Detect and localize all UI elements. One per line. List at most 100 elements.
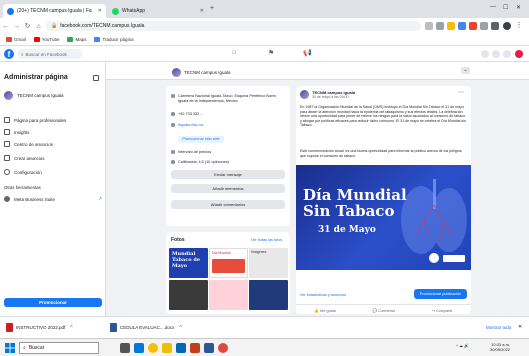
pencil-icon <box>4 155 10 161</box>
post-date[interactable]: 30 de mayo a las 09:00 · <box>312 95 355 99</box>
sidebar-item-meta-suite[interactable]: Meta Business Suite ↗ <box>4 196 102 202</box>
chevron-up-icon[interactable]: ^ <box>70 325 72 331</box>
add-comments-button[interactable]: Añadir comentarios <box>171 200 285 209</box>
comment-button[interactable]: 💬 Comentar <box>373 308 395 314</box>
boost-post-button[interactable]: Promocionar publicación <box>414 289 467 299</box>
dashboard-icon <box>4 117 10 123</box>
post-options-icon[interactable]: ⋯ <box>458 89 464 96</box>
page-avatar[interactable] <box>300 90 309 99</box>
photo-thumbnail[interactable] <box>169 280 208 310</box>
sidebar-item-label: Centro de anuncios <box>14 141 54 147</box>
menu-kebab-icon[interactable]: ⋮ <box>515 22 523 30</box>
location-pin-icon <box>171 94 175 99</box>
profile-avatar-icon[interactable] <box>503 22 511 30</box>
sidebar-page-link[interactable]: TECNM campus Iguala <box>4 91 64 100</box>
windows-start-icon[interactable] <box>5 343 15 353</box>
like-button[interactable]: 👍 Me gusta <box>314 308 335 314</box>
minimize-icon[interactable]: — <box>490 4 496 10</box>
sidebar-item-ads-center[interactable]: Centro de anuncios <box>4 141 53 147</box>
close-tab-icon[interactable]: ✕ <box>98 8 102 14</box>
office-icon[interactable] <box>190 343 200 353</box>
meta-suite-icon <box>4 196 10 202</box>
website-link[interactable]: itiguala.edu.mx <box>178 123 204 128</box>
photo-thumbnail[interactable]: Imágenes <box>249 248 288 278</box>
price-text: Intervalo de precios <box>178 150 212 154</box>
address-text: Carretera Nacional Iguala-Taxco, Esquina… <box>178 94 277 103</box>
zoom-icon[interactable] <box>436 22 444 30</box>
banner-line-2: Sin Tabaco <box>303 202 395 220</box>
extension-icon[interactable] <box>458 22 466 30</box>
bookmark-translate[interactable]: Traducir página <box>94 37 134 42</box>
close-tab-icon[interactable]: ✕ <box>200 8 204 14</box>
extension-icon[interactable] <box>469 22 477 30</box>
photo-thumbnail[interactable] <box>209 280 248 310</box>
pages-nav-icon[interactable]: ⚑ <box>268 49 274 57</box>
show-all-downloads-link[interactable]: Mostrar todo <box>486 325 511 330</box>
home-icon[interactable]: ⌂ <box>33 23 44 30</box>
external-link-icon: ↗ <box>98 196 102 201</box>
taskbar-clock[interactable]: 10:33 a.m. 30/05/2022 <box>490 342 510 352</box>
chevron-up-icon[interactable]: ^ <box>179 325 181 331</box>
messenger-icon[interactable] <box>492 50 500 58</box>
add-elements-button[interactable]: Añadir elementos <box>171 184 285 193</box>
chrome-icon[interactable] <box>148 343 158 353</box>
menu-grid-icon[interactable] <box>481 50 489 58</box>
see-all-photos-link[interactable]: Ver todas las fotos <box>251 238 282 242</box>
new-tab-button[interactable]: + <box>210 5 214 12</box>
store-icon[interactable] <box>176 343 186 353</box>
share-button[interactable]: ↪ Compartir <box>432 308 453 314</box>
tab-facebook[interactable]: (20+) TECNM campus Iguala | Fa ✕ <box>3 4 106 18</box>
photo-thumbnail[interactable] <box>249 280 288 310</box>
sidebar-icon[interactable] <box>491 22 499 30</box>
profile-avatar-icon[interactable] <box>515 50 523 58</box>
task-view-icon[interactable] <box>120 343 130 353</box>
home-nav-icon[interactable]: ⌂ <box>232 49 236 56</box>
back-icon[interactable]: ← <box>0 23 11 30</box>
file-explorer-icon[interactable] <box>162 343 172 353</box>
notifications-icon[interactable] <box>503 50 511 58</box>
download-item[interactable]: CEDULA EVALUAC....docx ^ <box>110 323 182 332</box>
facebook-search-input[interactable]: ⌕ Buscar en Facebook <box>17 49 82 59</box>
facebook-logo-icon[interactable]: f <box>4 49 14 59</box>
bookmark-gmail[interactable]: Gmail <box>6 37 26 42</box>
download-item[interactable]: INSTRUCTIVO 2022.pdf ^ <box>6 323 73 332</box>
photo-thumbnail[interactable]: Día Mundial <box>209 248 248 278</box>
word-icon[interactable] <box>204 343 214 353</box>
collapse-sidebar-icon[interactable] <box>93 75 99 81</box>
send-message-button[interactable]: Enviar mensaje <box>171 170 285 179</box>
post-card: TECNM campus Iguala 30 de mayo a las 09:… <box>296 86 471 314</box>
forward-icon[interactable]: → <box>11 23 22 30</box>
page-header: TECNM campus Iguala ⌄ <box>106 62 529 80</box>
puzzle-icon[interactable] <box>480 22 488 30</box>
reload-icon[interactable]: ↻ <box>22 22 33 30</box>
sidebar-item-label: Configuración <box>14 169 42 175</box>
address-bar[interactable]: 🔒 facebook.com/TECNM.campus.Iguala <box>46 21 421 31</box>
close-window-icon[interactable]: ✕ <box>516 4 521 11</box>
page-header-name[interactable]: TECNM campus Iguala <box>172 68 231 77</box>
photo-thumbnail[interactable]: Mundial Tabaco de Mayo <box>169 248 208 278</box>
promote-website-button[interactable]: Promocionar sitio web <box>178 136 224 143</box>
website-row[interactable]: itiguala.edu.mx <box>171 123 287 128</box>
ads-nav-icon[interactable]: 📢 <box>303 49 312 57</box>
bookmark-star-icon[interactable] <box>447 22 455 30</box>
bookmark-maps[interactable]: Maps <box>67 37 86 42</box>
sidebar-item-insights[interactable]: Insights <box>4 129 30 135</box>
share-icon[interactable] <box>425 22 433 30</box>
app-icon[interactable] <box>218 343 228 353</box>
sidebar-item-professional[interactable]: Página para profesionales <box>4 117 66 123</box>
close-downloads-icon[interactable]: ✕ <box>518 324 522 330</box>
chevron-down-icon[interactable]: ⌄ <box>461 67 470 74</box>
sidebar-item-create-ads[interactable]: Crear anuncios <box>4 155 45 161</box>
tag-icon <box>171 150 175 155</box>
taskbar-search-input[interactable]: ⌕ Buscar <box>19 342 99 354</box>
maximize-icon[interactable]: ☐ <box>503 4 508 11</box>
promote-button[interactable]: Promocionar <box>4 298 102 307</box>
phone-row: +52 733 332 ... <box>171 112 287 117</box>
see-insights-link[interactable]: Ver estadísticas y anuncios <box>300 293 346 297</box>
tab-whatsapp[interactable]: WhatsApp ✕ <box>108 4 208 18</box>
sidebar-item-settings[interactable]: Configuración <box>4 169 42 175</box>
system-tray-icons[interactable]: ^ ☁ 🔊 <box>456 343 469 348</box>
post-image[interactable]: Día Mundial Sin Tabaco 31 de Mayo <box>296 165 471 270</box>
bookmark-youtube[interactable]: YouTube <box>33 37 59 42</box>
edge-icon[interactable] <box>134 343 144 353</box>
